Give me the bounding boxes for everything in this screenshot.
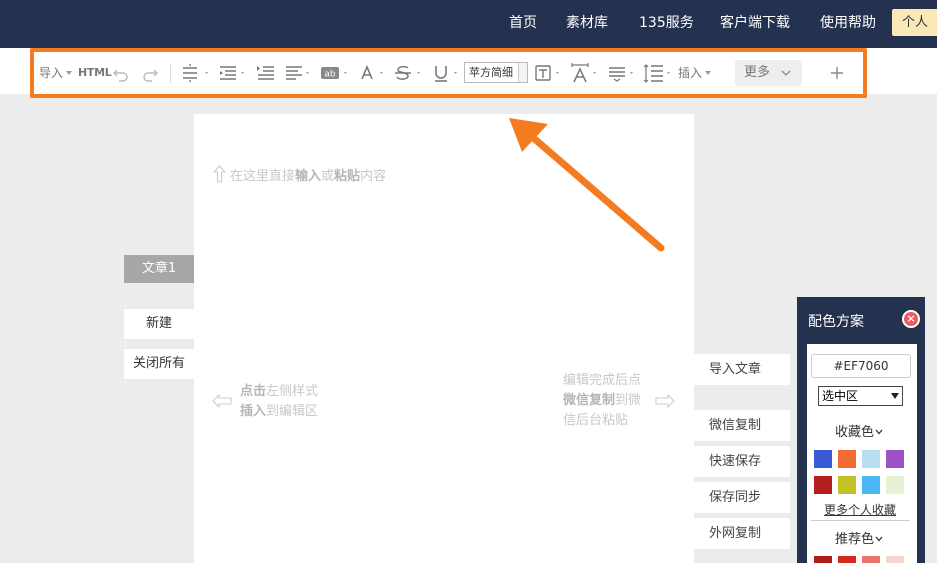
color-swatch[interactable] [862, 476, 880, 494]
panel-divider [811, 520, 910, 521]
close-icon[interactable]: × [902, 310, 920, 328]
dropdown-arrow-icon [891, 393, 899, 399]
chevron-down-icon [875, 429, 883, 435]
save-sync-button[interactable]: 保存同步 [694, 482, 790, 513]
close-all-button[interactable]: 关闭所有 [124, 349, 194, 379]
top-nav-bar: 首页 素材库 135服务 客户端下载 使用帮助 个人 [0, 0, 937, 48]
article-tab-1[interactable]: 文章1 [124, 255, 194, 283]
color-swatch[interactable] [886, 476, 904, 494]
color-swatch[interactable] [814, 450, 832, 468]
color-swatch[interactable] [838, 450, 856, 468]
nav-client-download[interactable]: 客户端下载 [720, 0, 790, 48]
new-article-button[interactable]: 新建 [124, 309, 194, 339]
nav-materials[interactable]: 素材库 [566, 0, 608, 48]
color-panel-title: 配色方案 [808, 314, 864, 330]
up-arrow-icon [213, 165, 226, 183]
nav-help[interactable]: 使用帮助 [820, 0, 876, 48]
color-swatch[interactable] [814, 556, 832, 563]
toolbar-highlight-frame [30, 48, 867, 98]
favorite-colors-toggle[interactable]: 收藏色 [835, 421, 883, 440]
nav-home[interactable]: 首页 [509, 0, 537, 48]
editor-left-hint: 点击左侧样式 插入到编辑区 [212, 382, 318, 422]
scope-select[interactable]: 选中区 [818, 386, 903, 406]
annotation-arrow-icon [509, 118, 665, 252]
color-swatch[interactable] [862, 450, 880, 468]
color-swatch[interactable] [886, 556, 904, 563]
color-swatch[interactable] [838, 556, 856, 563]
wechat-copy-button[interactable]: 微信复制 [694, 410, 790, 441]
right-arrow-icon [655, 394, 675, 408]
hex-color-input[interactable] [811, 354, 911, 378]
external-copy-button[interactable]: 外网复制 [694, 518, 790, 549]
more-favorites-link[interactable]: 更多个人收藏 [824, 501, 896, 518]
recommended-colors-toggle[interactable]: 推荐色 [835, 528, 883, 547]
quick-save-button[interactable]: 快速保存 [694, 446, 790, 477]
import-article-button[interactable]: 导入文章 [694, 354, 790, 385]
color-swatch[interactable] [814, 476, 832, 494]
color-swatch[interactable] [886, 450, 904, 468]
chevron-down-icon [875, 536, 883, 542]
color-swatch[interactable] [838, 476, 856, 494]
editor-right-hint: 编辑完成后点 微信复制到微 信后台粘贴 [563, 373, 642, 428]
personal-center-button[interactable]: 个人 [892, 9, 937, 36]
scope-value: 选中区 [822, 389, 859, 403]
color-swatch[interactable] [862, 556, 880, 563]
nav-services[interactable]: 135服务 [639, 0, 694, 48]
left-arrow-icon [212, 394, 232, 408]
editor-top-hint: 在这里直接输入或粘贴内容 [213, 165, 386, 184]
